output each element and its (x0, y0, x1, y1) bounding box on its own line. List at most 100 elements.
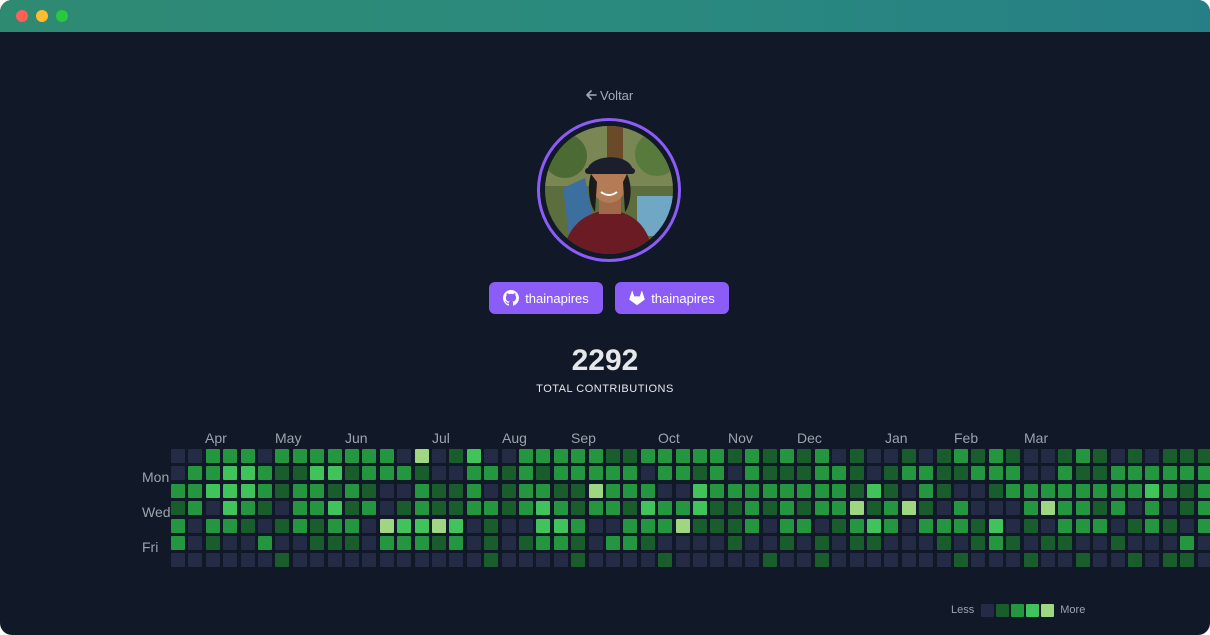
contribution-cell (1041, 466, 1055, 481)
contribution-cell (919, 501, 934, 516)
contribution-cell (588, 483, 603, 498)
contribution-cell (745, 483, 760, 498)
contribution-cell (275, 466, 290, 481)
contribution-cell (988, 449, 1003, 463)
contribution-cell (814, 466, 829, 481)
contribution-cell (240, 483, 255, 498)
contribution-cell (623, 518, 638, 533)
github-profile-button[interactable]: thainapires (489, 282, 603, 314)
gitlab-profile-button[interactable]: thainapires (615, 282, 729, 314)
contribution-cell (327, 449, 342, 463)
contribution-cell (1058, 536, 1073, 550)
contribution-cell (501, 483, 516, 498)
contribution-cell (867, 536, 881, 550)
contribution-cell (1023, 449, 1038, 463)
contribution-cell (780, 483, 794, 498)
contribution-cell (588, 501, 603, 516)
contribution-cell (988, 483, 1003, 498)
contribution-cell (1162, 501, 1177, 516)
contribution-cell (292, 466, 307, 481)
contribution-cell (675, 553, 690, 568)
contribution-cell (1145, 553, 1160, 568)
minimize-window-button[interactable] (36, 10, 48, 22)
contribution-cell (379, 483, 394, 498)
contribution-cell (414, 483, 429, 498)
month-label: Jan (885, 430, 908, 446)
contribution-cell (1006, 466, 1021, 481)
contribution-cell (1197, 553, 1210, 568)
title-bar (0, 0, 1210, 32)
contribution-cell (536, 501, 551, 516)
contribution-cell (362, 501, 377, 516)
contribution-cell (727, 466, 742, 481)
contribution-cell (762, 449, 777, 463)
contribution-cell (484, 449, 499, 463)
contribution-cell (1197, 536, 1210, 550)
contribution-cell (414, 449, 429, 463)
contribution-cell (1058, 449, 1073, 463)
contribution-cell (571, 536, 586, 550)
maximize-window-button[interactable] (56, 10, 68, 22)
contribution-cell (379, 536, 394, 550)
contribution-cell (205, 449, 220, 463)
contribution-cell (797, 466, 812, 481)
contribution-cell (327, 518, 342, 533)
contribution-cell (327, 501, 342, 516)
contribution-cell (310, 483, 325, 498)
contribution-cell (484, 483, 499, 498)
contribution-cell (223, 553, 238, 568)
contribution-cell (710, 501, 725, 516)
contribution-cell (188, 553, 203, 568)
legend-swatch (1041, 603, 1055, 617)
contribution-cell (762, 518, 777, 533)
contribution-cell (1180, 466, 1195, 481)
contribution-cell (640, 501, 655, 516)
contribution-cell (466, 518, 481, 533)
contribution-cell (501, 501, 516, 516)
contribution-cell (171, 449, 185, 463)
contribution-cell (501, 466, 516, 481)
month-label: Aug (502, 430, 527, 446)
contribution-cell (1128, 501, 1142, 516)
contribution-cell (553, 449, 568, 463)
contribution-cell (1041, 483, 1055, 498)
contribution-cell (1058, 466, 1073, 481)
contribution-cell (797, 553, 812, 568)
contribution-cell (936, 536, 951, 550)
contribution-cell (362, 466, 377, 481)
contribution-cell (1023, 466, 1038, 481)
contribution-cell (901, 449, 916, 463)
contribution-cell (1006, 553, 1021, 568)
contribution-cell (414, 518, 429, 533)
close-window-button[interactable] (16, 10, 28, 22)
contribution-cell (275, 536, 290, 550)
contribution-cell (658, 536, 673, 550)
contribution-cell (1180, 483, 1195, 498)
gitlab-icon (629, 290, 645, 306)
contribution-cell (1110, 466, 1125, 481)
contribution-cell (884, 466, 899, 481)
contribution-cell (205, 501, 220, 516)
back-link[interactable]: Voltar (585, 86, 633, 104)
contribution-cell (971, 483, 986, 498)
contribution-cell (745, 536, 760, 550)
contribution-cell (345, 449, 359, 463)
contribution-cell (658, 553, 673, 568)
contribution-cell (240, 449, 255, 463)
contribution-cell (710, 483, 725, 498)
month-label: May (275, 430, 302, 446)
contribution-cell (971, 518, 986, 533)
contribution-cell (814, 449, 829, 463)
contribution-cell (1058, 501, 1073, 516)
contribution-cell (797, 518, 812, 533)
contribution-cell (901, 518, 916, 533)
contribution-cell (1075, 518, 1090, 533)
contribution-cell (327, 483, 342, 498)
contribution-cell (205, 466, 220, 481)
contribution-cell (814, 536, 829, 550)
contribution-cell (501, 536, 516, 550)
contribution-cell (571, 483, 586, 498)
contribution-cell (640, 449, 655, 463)
contribution-cell (606, 536, 620, 550)
contribution-cell (553, 501, 568, 516)
